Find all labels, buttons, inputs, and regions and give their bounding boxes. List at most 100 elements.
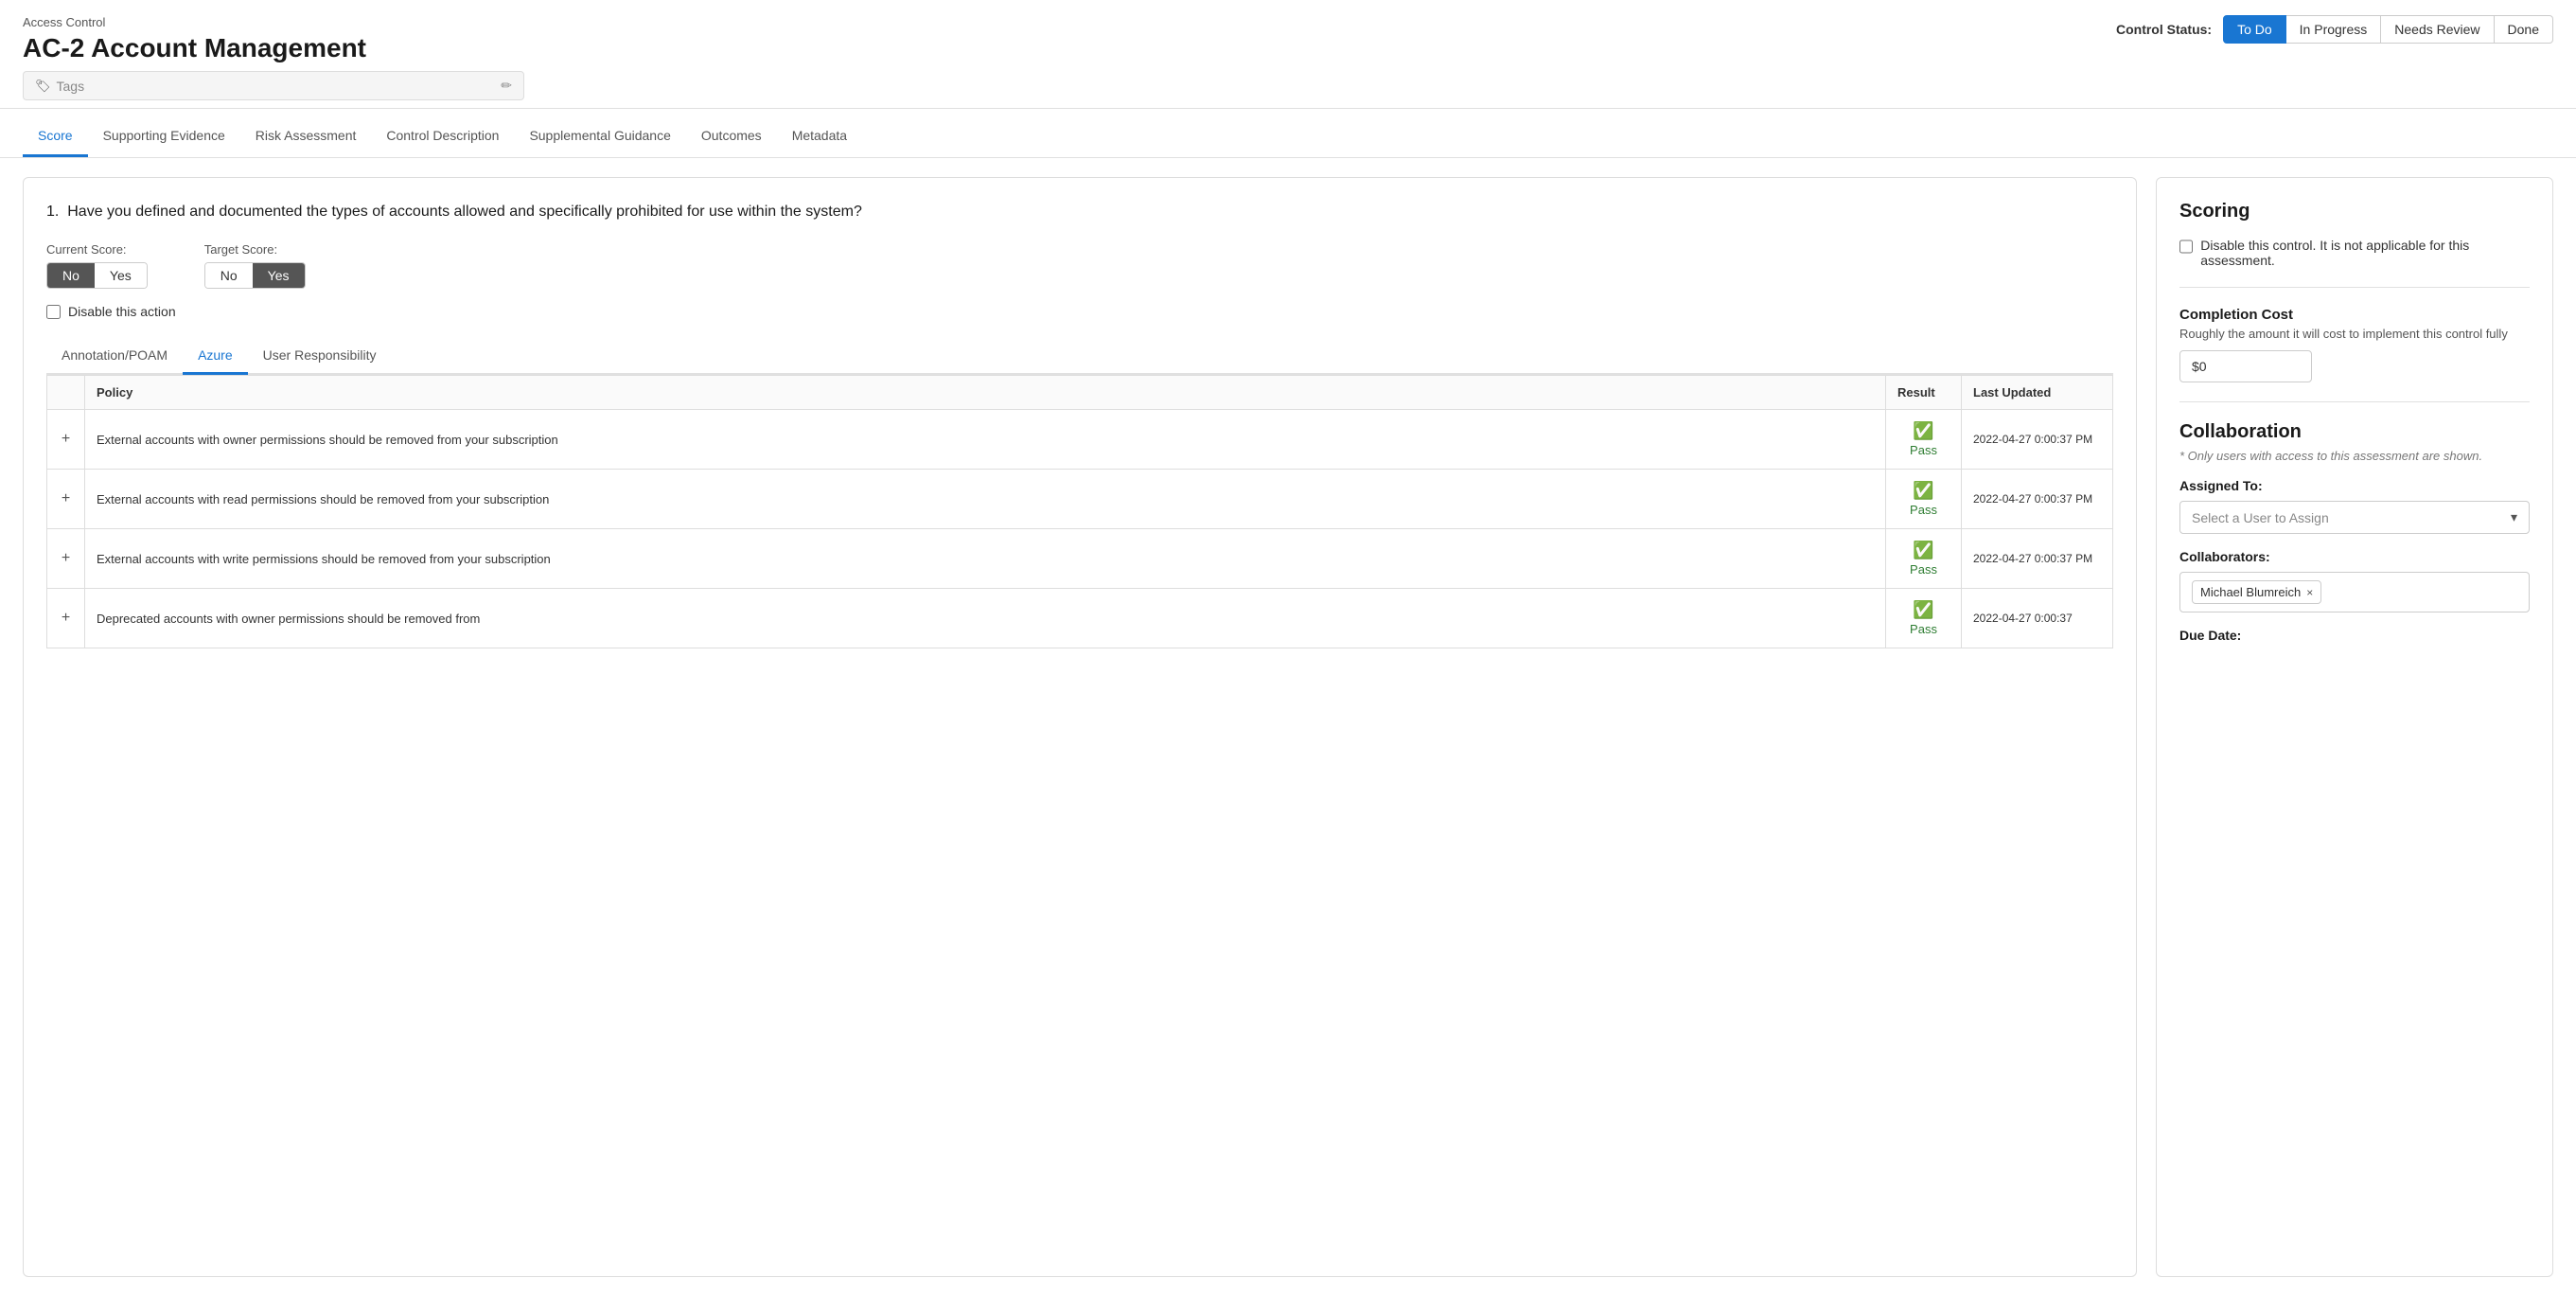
disable-action-label[interactable]: Disable this action [68, 304, 176, 319]
question-number: 1. [46, 204, 59, 220]
sub-tab-azure[interactable]: Azure [183, 338, 248, 375]
table-header-updated: Last Updated [1962, 376, 2113, 410]
table-row: + External accounts with write permissio… [47, 529, 2113, 589]
current-score-toggle: No Yes [46, 262, 148, 289]
table-header-policy: Policy [85, 376, 1886, 410]
tab-metadata[interactable]: Metadata [777, 116, 862, 157]
updated-cell: 2022-04-27 0:00:37 PM [1962, 529, 2113, 589]
table-header-result: Result [1886, 376, 1962, 410]
tab-supplemental-guidance[interactable]: Supplemental Guidance [514, 116, 685, 157]
table-row: + External accounts with owner permissio… [47, 410, 2113, 470]
collaborator-name: Michael Blumreich [2200, 585, 2301, 599]
sub-tabs: Annotation/POAM Azure User Responsibilit… [46, 338, 2113, 375]
disable-action-checkbox[interactable] [46, 305, 61, 319]
tag-icon: 🏷 [35, 79, 51, 94]
chevron-down-icon: ▾ [2511, 509, 2517, 525]
pass-icon: ✅ [1913, 600, 1933, 620]
policy-text: Deprecated accounts with owner permissio… [85, 589, 1886, 648]
tab-outcomes[interactable]: Outcomes [686, 116, 777, 157]
disable-control-row: Disable this control. It is not applicab… [2179, 238, 2530, 268]
question-text: 1. Have you defined and documented the t… [46, 201, 2113, 223]
pass-icon: ✅ [1913, 421, 1933, 441]
expand-button[interactable]: + [47, 529, 85, 589]
table-row: + External accounts with read permission… [47, 470, 2113, 529]
pass-label: Pass [1910, 622, 1937, 636]
target-score-yes-button[interactable]: Yes [253, 263, 305, 288]
updated-cell: 2022-04-27 0:00:37 PM [1962, 410, 2113, 470]
main-content: 1. Have you defined and documented the t… [0, 158, 2576, 1296]
page-title: AC-2 Account Management [23, 33, 524, 63]
sub-tab-user-responsibility[interactable]: User Responsibility [248, 338, 392, 375]
status-inprogress-button[interactable]: In Progress [2286, 15, 2382, 44]
remove-collaborator-button[interactable]: × [2306, 586, 2313, 599]
question-body: Have you defined and documented the type… [67, 204, 862, 220]
pass-label: Pass [1910, 443, 1937, 457]
divider [2179, 401, 2530, 402]
current-score-label: Current Score: [46, 242, 148, 257]
sub-tab-annotation[interactable]: Annotation/POAM [46, 338, 183, 375]
assign-placeholder: Select a User to Assign [2192, 510, 2329, 525]
tab-supporting-evidence[interactable]: Supporting Evidence [88, 116, 240, 157]
policy-table: Policy Result Last Updated + External ac… [46, 375, 2113, 648]
expand-button[interactable]: + [47, 589, 85, 648]
completion-cost-title: Completion Cost [2179, 307, 2530, 323]
header-left: Access Control AC-2 Account Management 🏷… [23, 15, 524, 100]
tags-bar[interactable]: 🏷 Tags ✏ [23, 71, 524, 100]
tabs-bar: Score Supporting Evidence Risk Assessmen… [0, 116, 2576, 158]
policy-text: External accounts with write permissions… [85, 529, 1886, 589]
collaborators-label: Collaborators: [2179, 549, 2530, 564]
updated-cell: 2022-04-27 0:00:37 [1962, 589, 2113, 648]
divider [2179, 287, 2530, 288]
expand-button[interactable]: + [47, 470, 85, 529]
collaboration-title: Collaboration [2179, 421, 2530, 443]
score-row: Current Score: No Yes Target Score: No Y… [46, 242, 2113, 289]
status-needsreview-button[interactable]: Needs Review [2381, 15, 2494, 44]
tab-control-description[interactable]: Control Description [371, 116, 514, 157]
collaboration-note: * Only users with access to this assessm… [2179, 449, 2530, 463]
target-score-label: Target Score: [204, 242, 306, 257]
page-header: Access Control AC-2 Account Management 🏷… [0, 0, 2576, 109]
collaborators-box: Michael Blumreich × [2179, 572, 2530, 612]
disable-control-checkbox[interactable] [2179, 240, 2193, 254]
disable-action-row: Disable this action [46, 304, 2113, 319]
left-panel: 1. Have you defined and documented the t… [23, 177, 2137, 1277]
status-todo-button[interactable]: To Do [2223, 15, 2286, 44]
page-category: Access Control [23, 15, 524, 29]
completion-cost-desc: Roughly the amount it will cost to imple… [2179, 327, 2530, 341]
current-score-group: Current Score: No Yes [46, 242, 148, 289]
target-score-toggle: No Yes [204, 262, 306, 289]
result-cell: ✅ Pass [1886, 470, 1962, 529]
tags-label: Tags [57, 79, 502, 94]
cost-input[interactable] [2179, 350, 2312, 382]
target-score-no-button[interactable]: No [205, 263, 253, 288]
right-panel: Scoring Disable this control. It is not … [2156, 177, 2553, 1277]
tab-risk-assessment[interactable]: Risk Assessment [240, 116, 372, 157]
assigned-to-label: Assigned To: [2179, 478, 2530, 493]
pass-icon: ✅ [1913, 541, 1933, 560]
control-status-label: Control Status: [2116, 22, 2212, 37]
assign-select[interactable]: Select a User to Assign ▾ [2179, 501, 2530, 534]
tags-edit-icon[interactable]: ✏ [501, 78, 512, 94]
policy-text: External accounts with owner permissions… [85, 410, 1886, 470]
tab-score[interactable]: Score [23, 116, 88, 157]
status-done-button[interactable]: Done [2495, 15, 2553, 44]
disable-control-label[interactable]: Disable this control. It is not applicab… [2200, 238, 2530, 268]
table-header-expand [47, 376, 85, 410]
pass-icon: ✅ [1913, 481, 1933, 501]
pass-label: Pass [1910, 503, 1937, 517]
pass-label: Pass [1910, 562, 1937, 577]
current-score-yes-button[interactable]: Yes [95, 263, 147, 288]
scoring-title: Scoring [2179, 201, 2530, 222]
due-date-label: Due Date: [2179, 628, 2530, 643]
updated-cell: 2022-04-27 0:00:37 PM [1962, 470, 2113, 529]
result-cell: ✅ Pass [1886, 529, 1962, 589]
policy-text: External accounts with read permissions … [85, 470, 1886, 529]
current-score-no-button[interactable]: No [47, 263, 95, 288]
result-cell: ✅ Pass [1886, 589, 1962, 648]
expand-button[interactable]: + [47, 410, 85, 470]
result-cell: ✅ Pass [1886, 410, 1962, 470]
collaborator-tag: Michael Blumreich × [2192, 580, 2321, 604]
table-row: + Deprecated accounts with owner permiss… [47, 589, 2113, 648]
target-score-group: Target Score: No Yes [204, 242, 306, 289]
control-status-section: Control Status: To Do In Progress Needs … [2116, 15, 2553, 44]
